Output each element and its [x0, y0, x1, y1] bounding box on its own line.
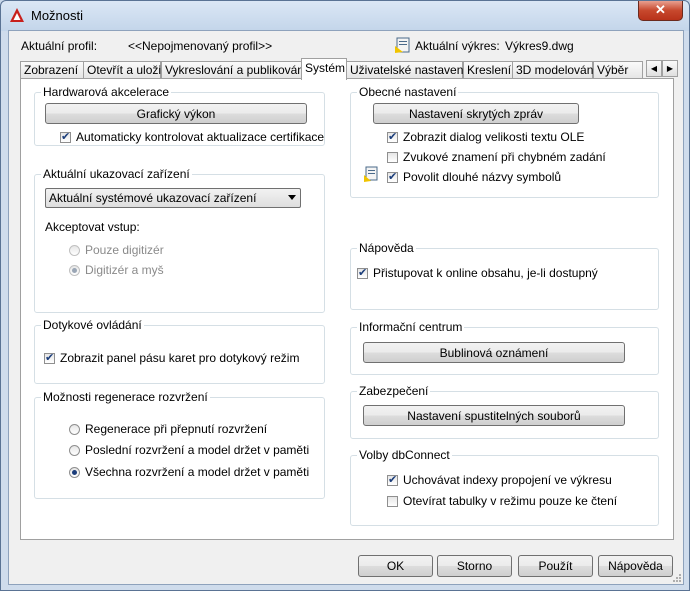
cache-all-layouts-radio[interactable]: Všechna rozvržení a model držet v paměti: [69, 465, 309, 479]
options-dialog: Možnosti ✕ Aktuální profil: <<Nepojmenov…: [0, 0, 690, 591]
checkbox-box[interactable]: [387, 151, 398, 163]
checkbox-label: Zvukové znamení při chybném zadání: [403, 150, 606, 164]
drawing-file-icon: [395, 37, 410, 53]
tab-scroll-left-icon[interactable]: ◀: [646, 60, 662, 77]
autocad-logo-icon: [10, 8, 24, 22]
group-title: Obecné nastavení: [357, 85, 459, 99]
tab-drafting[interactable]: Kreslení: [463, 61, 513, 79]
show-ole-text-size-checkbox[interactable]: Zobrazit dialog velikosti textu OLE: [387, 130, 584, 144]
radio-label: Digitizér a myš: [85, 263, 164, 277]
checkbox-box[interactable]: [357, 266, 368, 279]
help-group: Nápověda Přistupovat k online obsahu, je…: [350, 241, 659, 310]
tab-scroll-right-icon[interactable]: ▶: [662, 60, 678, 77]
layout-regen-group: Možnosti regenerace rozvržení Regenerace…: [34, 390, 325, 499]
radio-circle[interactable]: [69, 466, 80, 478]
profile-label: Aktuální profil:: [21, 39, 98, 53]
open-tables-readonly-checkbox[interactable]: Otevírat tabulky v režimu pouze ke čtení: [387, 494, 617, 508]
resize-grip-icon[interactable]: [672, 573, 682, 583]
checkbox-label: Uchovávat indexy propojení ve výkresu: [403, 473, 612, 487]
tab-system[interactable]: Systém: [301, 58, 347, 80]
security-group: Zabezpečení Nastavení spustitelných soub…: [350, 384, 659, 439]
group-title: Zabezpečení: [357, 384, 431, 398]
executable-files-button[interactable]: Nastavení spustitelných souborů: [363, 405, 625, 426]
tab-strip: Zobrazení Otevřít a uložit Vykreslování …: [20, 58, 680, 80]
radio-label: Regenerace při přepnutí rozvržení: [85, 422, 268, 436]
checkbox-label: Povolit dlouhé názvy symbolů: [403, 170, 562, 184]
tab-open-save[interactable]: Otevřít a uložit: [83, 61, 164, 79]
title-bar[interactable]: Možnosti ✕: [1, 1, 689, 29]
show-ribbon-touch-checkbox[interactable]: Zobrazit panel pásu karet pro dotykový r…: [44, 351, 299, 365]
hardware-acceleration-group: Hardwarová akcelerace Grafický výkon Aut…: [34, 85, 325, 146]
regen-on-switch-radio[interactable]: Regenerace při přepnutí rozvržení: [69, 422, 267, 436]
group-title: Nápověda: [357, 241, 416, 255]
touch-control-group: Dotykové ovládání Zobrazit panel pásu ka…: [34, 318, 325, 384]
group-title: Informační centrum: [357, 320, 465, 334]
radio-label: Pouze digitizér: [85, 243, 164, 257]
cancel-button[interactable]: Storno: [437, 555, 512, 577]
infocenter-group: Informační centrum Bublinová oznámení: [350, 320, 659, 375]
radio-label: Všechna rozvržení a model držet v paměti: [85, 465, 310, 479]
checkbox-label: Zobrazit panel pásu karet pro dotykový r…: [60, 351, 300, 365]
system-tab-panel: Hardwarová akcelerace Grafický výkon Aut…: [20, 78, 674, 540]
digitizer-and-mouse-radio[interactable]: Digitizér a myš: [69, 263, 164, 277]
radio-circle[interactable]: [69, 444, 80, 456]
tab-plot-publish[interactable]: Vykreslování a publikování: [161, 61, 307, 79]
checkbox-label: Zobrazit dialog velikosti textu OLE: [403, 130, 585, 144]
checkbox-box[interactable]: [387, 495, 398, 507]
checkbox-box[interactable]: [44, 351, 55, 364]
digitizer-only-radio[interactable]: Pouze digitizér: [69, 243, 164, 257]
radio-circle[interactable]: [69, 264, 80, 276]
long-symbol-names-checkbox[interactable]: Povolit dlouhé názvy symbolů: [387, 170, 561, 184]
general-options-group: Obecné nastavení Nastavení skrytých zprá…: [350, 85, 659, 198]
checkbox-box[interactable]: [60, 130, 71, 143]
checkbox-box[interactable]: [387, 170, 398, 183]
cache-last-layout-radio[interactable]: Poslední rozvržení a model držet v pamět…: [69, 443, 309, 457]
checkbox-label: Otevírat tabulky v režimu pouze ke čtení: [403, 494, 618, 508]
dialog-client: Aktuální profil: <<Nepojmenovaný profil>…: [8, 30, 684, 585]
close-button[interactable]: ✕: [638, 1, 683, 21]
apply-button[interactable]: Použít: [518, 555, 593, 577]
drawing-label: Aktuální výkres:: [415, 39, 500, 53]
group-title: Volby dbConnect: [357, 448, 452, 462]
hidden-messages-button[interactable]: Nastavení skrytých zpráv: [373, 103, 579, 124]
beep-on-error-checkbox[interactable]: Zvukové znamení při chybném zadání: [387, 150, 606, 164]
tab-3d-modeling[interactable]: 3D modelování: [512, 61, 597, 79]
group-title: Hardwarová akcelerace: [41, 85, 172, 99]
radio-circle[interactable]: [69, 423, 80, 435]
tab-selection[interactable]: Výběr: [593, 61, 643, 79]
ok-button[interactable]: OK: [358, 555, 433, 577]
profile-value: <<Nepojmenovaný profil>>: [128, 39, 273, 53]
tab-user-preferences[interactable]: Uživatelské nastavení: [346, 61, 467, 79]
dropdown-arrow-icon[interactable]: [288, 195, 296, 200]
select-value: Aktuální systémové ukazovací zařízení: [49, 191, 257, 205]
drawing-value: Výkres9.dwg: [505, 39, 574, 53]
tab-display[interactable]: Zobrazení: [20, 61, 84, 79]
store-link-index-checkbox[interactable]: Uchovávat indexy propojení ve výkresu: [387, 473, 612, 487]
balloon-notifications-button[interactable]: Bublinová oznámení: [363, 342, 625, 363]
checkbox-label: Automaticky kontrolovat aktualizace cert…: [76, 130, 325, 144]
help-button[interactable]: Nápověda: [598, 555, 673, 577]
online-help-checkbox[interactable]: Přistupovat k online obsahu, je-li dostu…: [357, 266, 598, 280]
accept-input-label: Akceptovat vstup:: [45, 220, 140, 234]
graphics-performance-button[interactable]: Grafický výkon: [45, 103, 307, 124]
checkbox-box[interactable]: [387, 473, 398, 486]
pointing-device-select[interactable]: Aktuální systémové ukazovací zařízení: [45, 188, 301, 208]
group-title: Možnosti regenerace rozvržení: [41, 390, 210, 404]
radio-circle[interactable]: [69, 244, 80, 256]
group-title: Dotykové ovládání: [41, 318, 144, 332]
checkbox-box[interactable]: [387, 130, 398, 143]
radio-label: Poslední rozvržení a model držet v pamět…: [85, 443, 310, 457]
window-title: Možnosti: [31, 8, 84, 23]
drawing-file-icon: [364, 166, 378, 182]
group-title: Aktuální ukazovací zařízení: [41, 167, 192, 181]
pointing-device-group: Aktuální ukazovací zařízení Aktuální sys…: [34, 167, 325, 313]
auto-check-certification-checkbox[interactable]: Automaticky kontrolovat aktualizace cert…: [60, 130, 324, 144]
checkbox-label: Přistupovat k online obsahu, je-li dostu…: [373, 266, 598, 280]
dbconnect-group: Volby dbConnect Uchovávat indexy propoje…: [350, 448, 659, 526]
